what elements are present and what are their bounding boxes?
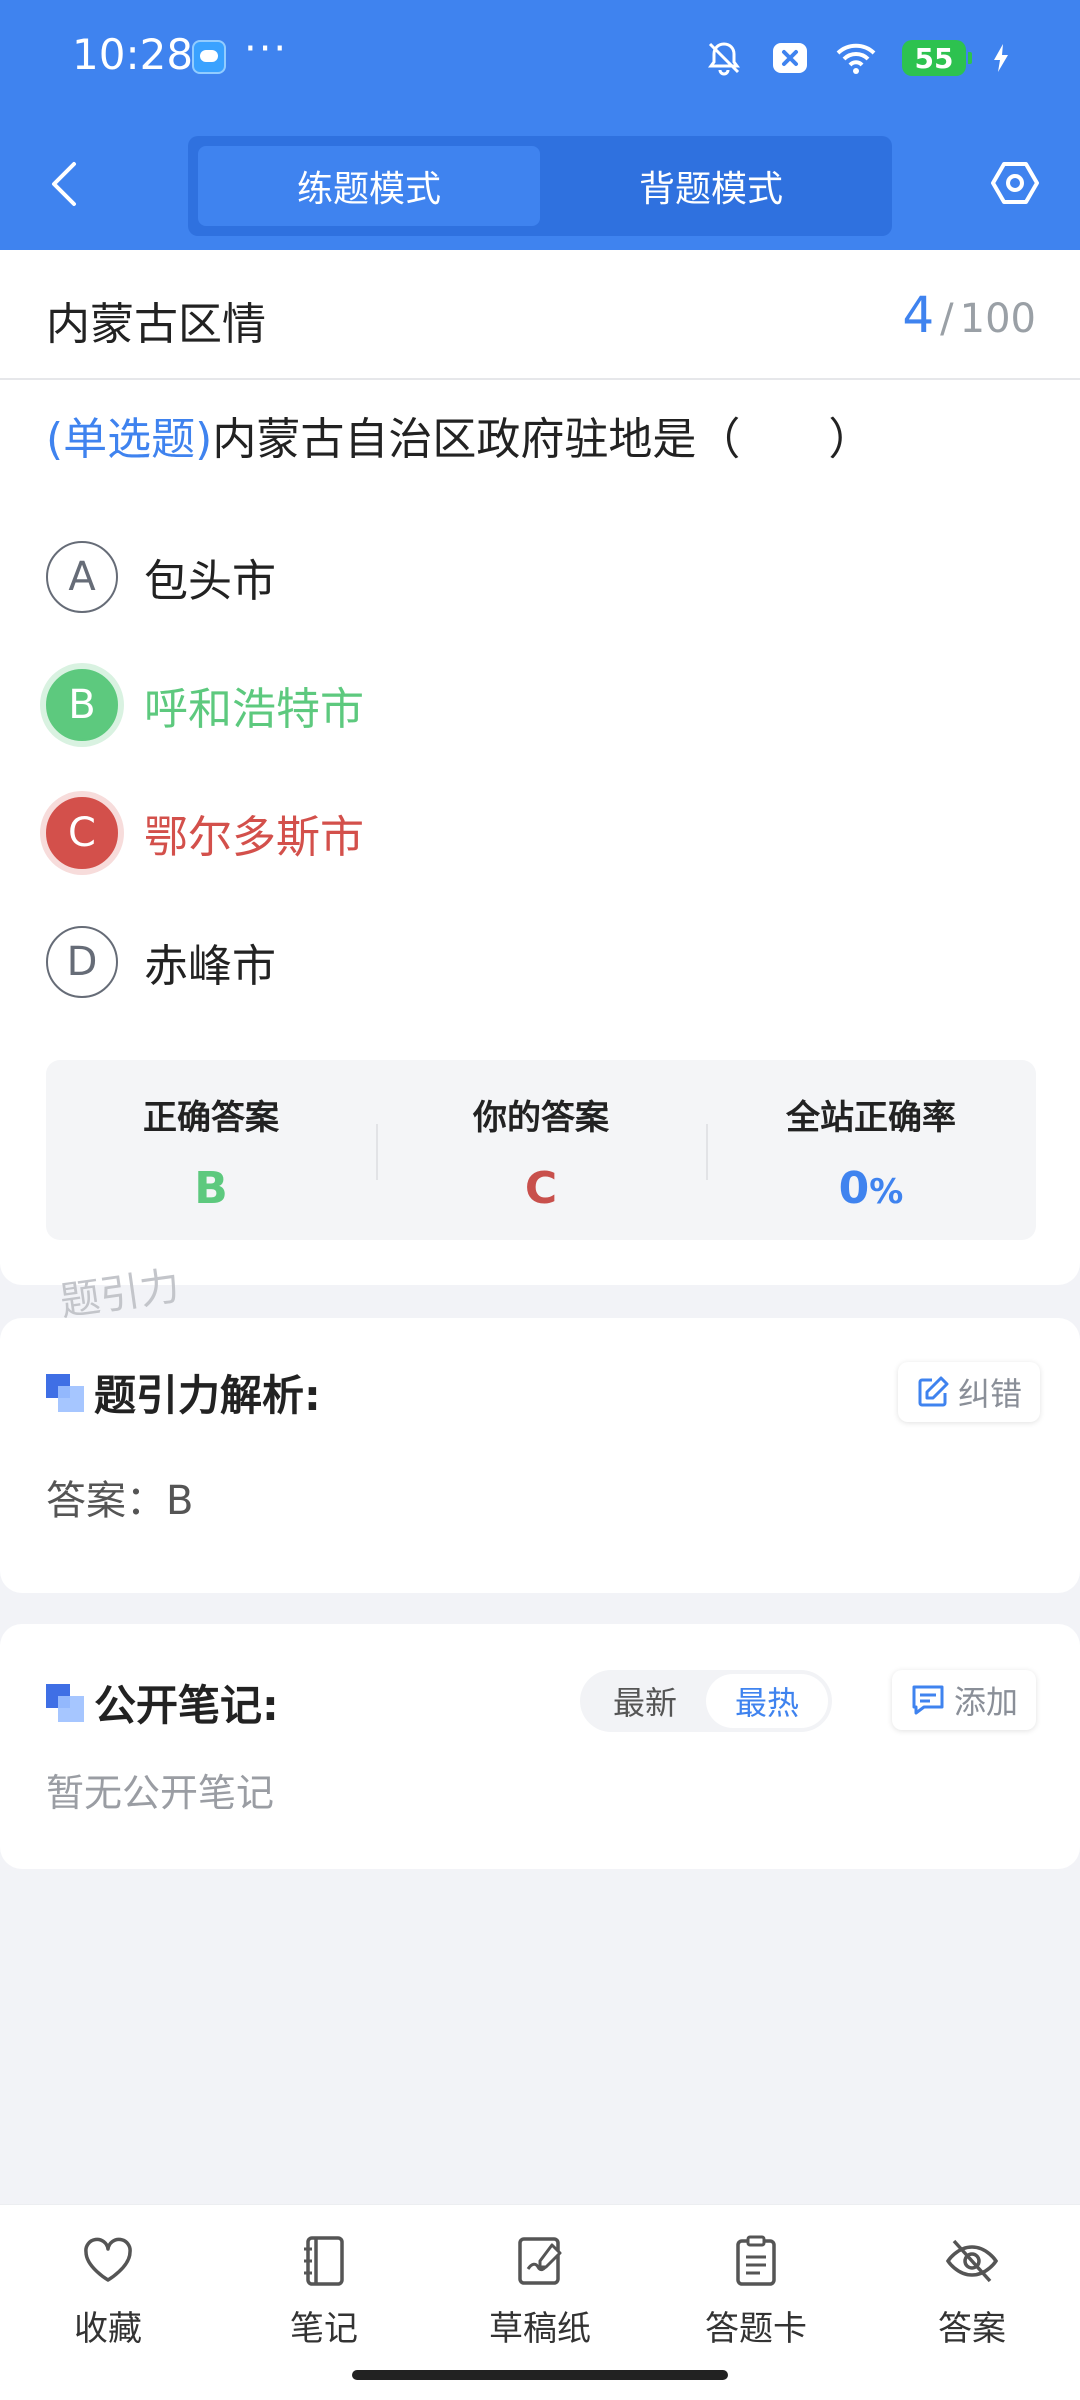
- status-right: 55: [704, 34, 1010, 82]
- nav-label: 收藏: [74, 2309, 142, 2349]
- status-bar: 10:28 ··· 55: [0, 0, 1080, 118]
- nav-label: 答题卡: [705, 2309, 807, 2349]
- charging-icon: [994, 44, 1008, 72]
- nav-label: 笔记: [290, 2309, 358, 2349]
- wifi-icon: [836, 43, 876, 74]
- edit-icon: [918, 1376, 949, 1407]
- stat-value: 0%: [839, 1163, 904, 1214]
- option-text: 呼和浩特市: [144, 684, 364, 735]
- subject-row: 内蒙古区情 4/100: [0, 250, 1080, 380]
- option-text: 鄂尔多斯市: [144, 812, 364, 863]
- header: 10:28 ··· 55 练题模式 背题模式: [0, 0, 1080, 250]
- answer-stats: 正确答案 B 你的答案 C 全站正确率 0%: [46, 1060, 1036, 1240]
- tab-memorize-mode[interactable]: 背题模式: [540, 146, 882, 226]
- section-square-icon: [46, 1684, 84, 1722]
- question-body: 内蒙古自治区政府驻地是（ ）: [212, 414, 873, 465]
- notes-card: 公开笔记: 最新 最热 添加 暂无公开笔记: [0, 1624, 1080, 1869]
- option-letter: D: [46, 926, 118, 998]
- report-error-button[interactable]: 纠错: [898, 1362, 1041, 1422]
- close-box-icon: [773, 43, 807, 73]
- home-indicator[interactable]: [352, 2370, 728, 2380]
- sort-hot[interactable]: 最热: [706, 1674, 828, 1728]
- rate-number: 0: [838, 1163, 870, 1214]
- option-text: 包头市: [144, 556, 276, 607]
- stat-label: 你的答案: [473, 1098, 609, 1138]
- question-type: (单选题): [46, 414, 213, 465]
- option-letter: C: [46, 797, 118, 869]
- option-a[interactable]: A 包头市: [46, 540, 276, 614]
- subject-title: 内蒙古区情: [46, 299, 266, 350]
- question-progress[interactable]: 4/100: [902, 286, 1036, 344]
- heart-icon: [84, 2237, 132, 2282]
- option-c[interactable]: C 鄂尔多斯市: [46, 796, 364, 870]
- rate-unit: %: [869, 1172, 904, 1212]
- progress-current: 4: [902, 286, 935, 344]
- notes-sort-toggle: 最新 最热: [580, 1670, 832, 1732]
- add-note-button[interactable]: 添加: [892, 1670, 1037, 1730]
- answer-sheet-icon: [736, 2235, 776, 2286]
- option-d[interactable]: D 赤峰市: [46, 925, 276, 999]
- status-more-dots: ···: [244, 26, 289, 72]
- draft-icon: [518, 2237, 562, 2285]
- weather-icon: [192, 40, 226, 74]
- analysis-title: 题引力解析:: [94, 1371, 321, 1420]
- nav-answer[interactable]: 答案: [864, 2205, 1080, 2400]
- nav-favorite[interactable]: 收藏: [0, 2205, 216, 2400]
- page: 10:28 ··· 55 练题模式 背题模式 内蒙古区情 4 / 100 (单选…: [0, 0, 1080, 2400]
- stat-correct-answer: 正确答案 B: [46, 1060, 376, 1240]
- question-card: 内蒙古区情 4/100 (单选题)内蒙古自治区政府驻地是（ ） A 包头市 B …: [0, 250, 1080, 1285]
- option-letter: A: [46, 541, 118, 613]
- status-time: 10:28: [72, 30, 194, 79]
- option-text: 赤峰市: [144, 941, 276, 992]
- analysis-card: 题引力解析: 纠错 答案：B: [0, 1318, 1080, 1593]
- option-b[interactable]: B 呼和浩特市: [46, 668, 364, 742]
- mode-toggle: 练题模式 背题模式: [188, 136, 892, 236]
- stat-accuracy-rate: 全站正确率 0%: [706, 1060, 1036, 1240]
- progress-separator: /: [940, 296, 954, 342]
- battery-indicator: 55: [902, 40, 972, 76]
- stat-label: 正确答案: [143, 1098, 279, 1138]
- nav-label: 草稿纸: [489, 2309, 591, 2349]
- sort-latest[interactable]: 最新: [584, 1674, 706, 1728]
- empty-notes-text: 暂无公开笔记: [46, 1771, 275, 1815]
- nav-label: 答案: [938, 2309, 1006, 2349]
- tab-practice-mode[interactable]: 练题模式: [198, 146, 540, 226]
- report-error-label: 纠错: [958, 1375, 1023, 1413]
- option-letter: B: [46, 669, 118, 741]
- progress-total: 100: [959, 296, 1036, 342]
- eye-off-icon: [945, 2239, 999, 2283]
- stat-your-answer: 你的答案 C: [376, 1060, 706, 1240]
- settings-icon[interactable]: [990, 158, 1040, 208]
- comment-icon: [912, 1685, 944, 1715]
- add-note-label: 添加: [954, 1683, 1019, 1721]
- section-square-icon: [46, 1374, 84, 1412]
- question-text: (单选题)内蒙古自治区政府驻地是（ ）: [46, 408, 1036, 472]
- notebook-icon: [304, 2236, 344, 2286]
- stat-value: C: [524, 1163, 558, 1214]
- stat-value: B: [194, 1163, 228, 1214]
- back-icon[interactable]: [44, 158, 84, 210]
- analysis-answer: 答案：B: [46, 1478, 194, 1524]
- notes-title: 公开笔记:: [94, 1681, 279, 1730]
- stat-label: 全站正确率: [786, 1098, 956, 1138]
- bell-off-icon: [708, 42, 740, 76]
